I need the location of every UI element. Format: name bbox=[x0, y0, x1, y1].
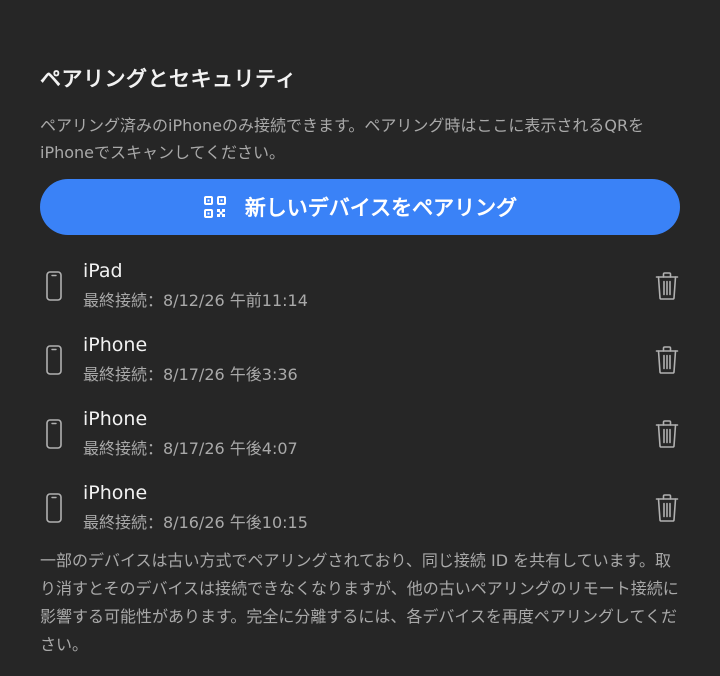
device-name: iPad bbox=[83, 260, 123, 282]
phone-icon bbox=[46, 493, 62, 523]
pair-button-label: 新しいデバイスをペアリング bbox=[244, 196, 518, 220]
pairing-security-panel: ペアリングとセキュリティ ペアリング済みのiPhoneのみ接続できます。ペアリン… bbox=[0, 0, 720, 676]
device-row: iPad 最終接続：8/12/26 午前11:14 bbox=[40, 249, 680, 323]
section-title: ペアリングとセキュリティ bbox=[40, 67, 297, 91]
pair-new-device-button[interactable]: 新しいデバイスをペアリング bbox=[40, 179, 680, 235]
device-row: iPhone 最終接続：8/16/26 午後10:15 bbox=[40, 471, 680, 545]
phone-icon bbox=[46, 345, 62, 375]
device-row: iPhone 最終接続：8/17/26 午後4:07 bbox=[40, 397, 680, 471]
shared-id-warning-note: 一部のデバイスは古い方式でペアリングされており、同じ接続 ID を共有しています… bbox=[40, 551, 679, 654]
device-last-connected: 最終接続：8/16/26 午後10:15 bbox=[83, 513, 308, 532]
device-list: iPad 最終接続：8/12/26 午前11:14 iPhone 最終接続：8/… bbox=[40, 249, 680, 545]
trash-icon[interactable] bbox=[654, 271, 680, 301]
device-row: iPhone 最終接続：8/17/26 午後3:36 bbox=[40, 323, 680, 397]
trash-icon[interactable] bbox=[654, 419, 680, 449]
device-last-connected: 最終接続：8/17/26 午後4:07 bbox=[83, 439, 298, 458]
device-last-connected: 最終接続：8/12/26 午前11:14 bbox=[83, 291, 308, 310]
device-name: iPhone bbox=[83, 334, 148, 356]
device-name: iPhone bbox=[83, 408, 148, 430]
trash-icon[interactable] bbox=[654, 345, 680, 375]
section-description: ペアリング済みのiPhoneのみ接続できます。ペアリング時はここに表示されるQR… bbox=[40, 116, 645, 162]
trash-icon[interactable] bbox=[654, 493, 680, 523]
phone-icon bbox=[46, 271, 62, 301]
device-name: iPhone bbox=[83, 482, 148, 504]
phone-icon bbox=[46, 419, 62, 449]
device-last-connected: 最終接続：8/17/26 午後3:36 bbox=[83, 365, 298, 384]
qr-code-icon bbox=[203, 195, 227, 219]
